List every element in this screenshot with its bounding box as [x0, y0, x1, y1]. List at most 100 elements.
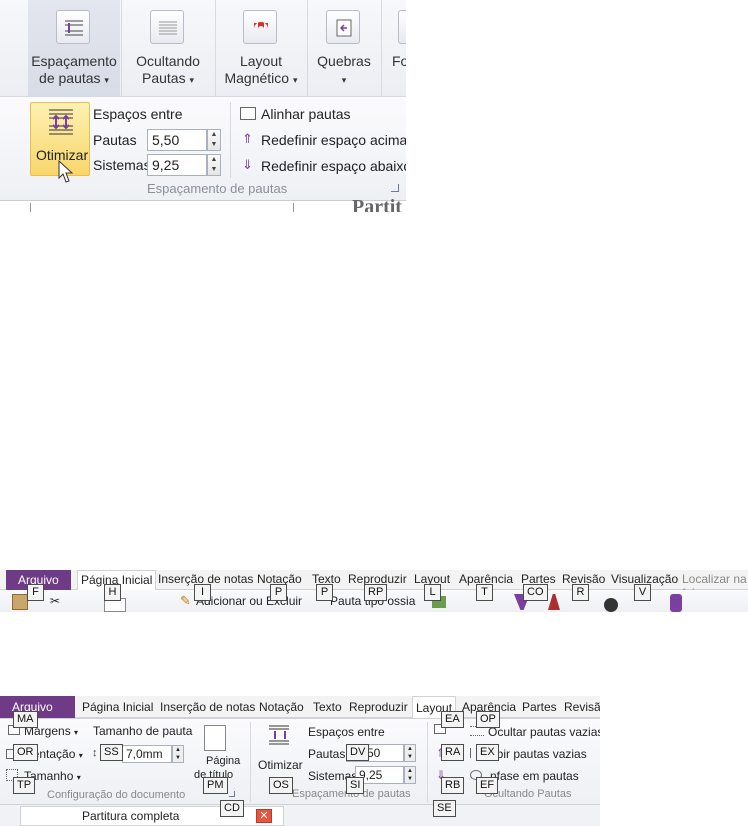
- keytip-badge: T: [476, 584, 493, 601]
- align-staves-icon: [240, 107, 256, 120]
- keytip-badge: CO: [523, 584, 548, 601]
- dropdown-arrow-icon: ▾: [78, 751, 83, 760]
- tab-bar: Arquivo Página Inicial Inserção de notas…: [0, 696, 600, 719]
- group-name-configuracao: Configuração do documento: [47, 789, 186, 801]
- exibir-vazias-button[interactable]: ibir pautas vazias: [494, 747, 587, 761]
- tab-partes[interactable]: Partes: [522, 700, 557, 714]
- tab-insercao[interactable]: Inserção de notas: [160, 700, 255, 714]
- pautas-label: Pautas: [308, 747, 346, 761]
- sistemas-spin-input[interactable]: 9,25: [147, 154, 207, 176]
- espacos-entre-label: Espaços entre: [308, 725, 385, 739]
- tab-texto[interactable]: Texto: [313, 700, 342, 714]
- dropdown-arrow-icon: ▾: [189, 75, 194, 85]
- dropdown-arrow-icon: ▾: [76, 773, 81, 782]
- pencil-icon: ✎: [180, 593, 191, 608]
- pagina-titulo-line1[interactable]: Página: [206, 755, 240, 767]
- tab-notacao[interactable]: Notação: [259, 700, 304, 714]
- otimizar-button[interactable]: Otimizar: [258, 758, 303, 772]
- mouse-cursor-icon: [58, 160, 74, 183]
- optimize-icon: [47, 107, 75, 142]
- btn-label-line2: Magnético ▾: [224, 70, 298, 86]
- btn-label-line1: Layout: [239, 53, 283, 69]
- keytip-badge: EF: [476, 777, 499, 794]
- title-page-icon: [204, 725, 226, 751]
- keytip-badge: TP: [13, 777, 36, 794]
- espacamento-de-pautas-button[interactable]: Espaçamento de pautas ▾: [28, 0, 120, 96]
- magnet-icon: [243, 10, 277, 44]
- keytip-badge: P: [270, 584, 287, 601]
- keytip-badge: EX: [476, 744, 499, 761]
- alinhar-label: Alinhar pautas: [261, 106, 351, 122]
- keytip-badge: OS: [269, 777, 293, 794]
- format-icon: [398, 10, 406, 44]
- keytip-badge: MA: [13, 711, 38, 728]
- btn-label-line1: Fo: [392, 53, 406, 69]
- keytip-badge: P: [316, 584, 333, 601]
- break-icon: [326, 10, 360, 44]
- keytip-badge: H: [104, 584, 121, 601]
- enfase-button[interactable]: nfase em pautas: [490, 769, 579, 783]
- btn-label-line2: de pautas ▾: [39, 70, 109, 86]
- dropdown-arrow-icon: ▾: [74, 728, 79, 737]
- keytip-badge: L: [424, 584, 441, 601]
- layout-ribbon-keytips: Arquivo Página Inicial Inserção de notas…: [0, 696, 600, 826]
- tab-reproduzir[interactable]: Reproduzir: [349, 700, 408, 714]
- ocultar-vazias-button[interactable]: Ocultar pautas vazias: [488, 725, 600, 739]
- optimize-icon: [268, 724, 290, 753]
- staff-size-input[interactable]: 7,0mm: [122, 745, 172, 763]
- dialog-launcher-icon[interactable]: [229, 791, 235, 797]
- sistemas-spin-buttons[interactable]: ▲ ▼: [207, 154, 221, 176]
- redefinir-acima-label: Redefinir espaço acima: [261, 132, 406, 148]
- dropdown-arrow-icon: ▾: [341, 75, 347, 85]
- dropdown-arrow-icon: ▾: [104, 75, 109, 85]
- espacos-entre-label: Espaços entre: [93, 106, 183, 122]
- close-icon[interactable]: ✕: [256, 809, 272, 823]
- reset-above-icon: ⇑: [242, 131, 253, 146]
- doc-tab-label: Partitura completa: [82, 809, 180, 823]
- keytip-badge: F: [27, 584, 44, 601]
- pautas-spin-buttons[interactable]: ▲ ▼: [207, 129, 221, 151]
- btn-label-line1: Quebras: [317, 53, 371, 69]
- keytip-badge: OR: [13, 744, 38, 761]
- keytip-badge: OP: [476, 711, 500, 728]
- plugin-icon[interactable]: [670, 594, 682, 612]
- keytip-badge: RB: [441, 777, 465, 794]
- dialog-launcher-icon[interactable]: [391, 184, 399, 192]
- btn-label-line1: Ocultando: [136, 53, 200, 69]
- keytip-badge: SS: [100, 744, 123, 761]
- tab-pagina-inicial[interactable]: Página Inicial: [82, 700, 153, 714]
- staff-spacing-icon: [56, 10, 90, 44]
- format-button[interactable]: Fo: [382, 0, 406, 96]
- view-icon[interactable]: [604, 598, 618, 612]
- tools-icon[interactable]: [548, 594, 560, 610]
- tamanho-pauta-label: Tamanho de pauta: [93, 724, 193, 738]
- keytip-badge: RA: [441, 744, 465, 761]
- paste-icon[interactable]: [12, 594, 28, 610]
- tab-revisao[interactable]: Revisã: [564, 700, 600, 714]
- keytip-badge: PM: [203, 777, 228, 794]
- tab-keytips-strip: Arquivo Página Inicial Inserção de notas…: [0, 570, 748, 612]
- sistemas-label: Sistemas: [93, 157, 151, 173]
- keytip-badge: RP: [364, 584, 388, 601]
- scissors-icon[interactable]: ✂: [50, 594, 60, 608]
- tab-arquivo[interactable]: Arquivo: [0, 696, 75, 718]
- keytip-badge: CD: [220, 800, 244, 817]
- layout-magnetico-button[interactable]: Layout Magnético ▾: [216, 0, 306, 96]
- group-name-espacamento: Espaçamento de pautas: [147, 181, 288, 196]
- quebras-button[interactable]: Quebras ▾: [308, 0, 380, 96]
- keytip-badge: R: [572, 584, 589, 601]
- document-panel: [30, 203, 294, 212]
- keytip-badge: V: [634, 584, 651, 601]
- pautas-spin-buttons[interactable]: ▲ ▼: [404, 744, 416, 762]
- btn-label-line1: Espaçamento: [31, 53, 117, 69]
- pautas-spin-input[interactable]: 5,50: [147, 129, 207, 151]
- sistemas-spin-buttons[interactable]: ▲ ▼: [404, 766, 416, 784]
- separator: [230, 102, 231, 178]
- btn-label-line2: Pautas ▾: [141, 70, 194, 86]
- doc-tab-partitura[interactable]: Partitura completa: [20, 806, 284, 826]
- keytip-badge: SI: [346, 777, 365, 794]
- ocultando-pautas-button[interactable]: Ocultando Pautas ▾: [122, 0, 214, 96]
- redefinir-abaixo-label: Redefinir espaço abaixo: [261, 158, 406, 174]
- staff-size-spin[interactable]: ▲ ▼: [172, 745, 184, 763]
- keytip-badge: SE: [433, 800, 456, 817]
